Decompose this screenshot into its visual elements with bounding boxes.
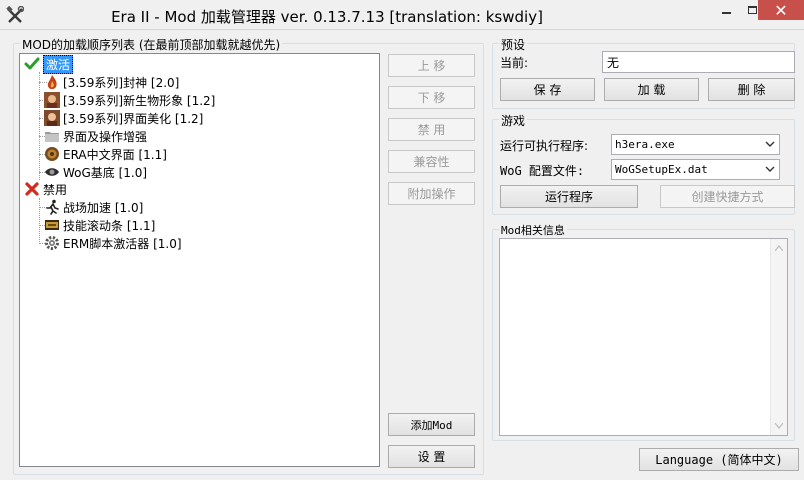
extra-ops-button[interactable]: 附加操作 [388, 182, 475, 205]
title-bar: Era II - Mod 加载管理器 ver. 0.13.7.13 [trans… [0, 0, 804, 30]
tree-item-label: ERA中文界面 [1.1] [63, 147, 167, 162]
crossed-tools-icon[interactable] [6, 6, 24, 24]
move-up-button[interactable]: 上 移 [388, 54, 475, 77]
shield-emblem-icon [45, 147, 59, 161]
green-check-icon [24, 57, 40, 70]
tree-item-label: [3.59系列]封神 [2.0] [63, 75, 180, 90]
tree-item[interactable]: 战场加速 [1.0] [44, 198, 143, 216]
exe-label: 运行可执行程序: [500, 139, 589, 153]
folder-icon [45, 132, 59, 142]
portrait-icon [44, 92, 60, 108]
chevron-down-icon [765, 141, 775, 147]
run-program-button[interactable]: 运行程序 [500, 185, 638, 208]
tree-item-label: [3.59系列]新生物形象 [1.2] [63, 93, 216, 108]
scroll-down-icon[interactable] [775, 423, 783, 429]
preset-load-button[interactable]: 加 载 [604, 78, 699, 101]
config-select-value: WoGSetupEx.dat [615, 163, 708, 176]
tree-connector [39, 198, 40, 244]
tree-item-label: WoG基底 [1.0] [63, 165, 148, 180]
tree-connector [39, 72, 40, 180]
tree-item-label: [3.59系列]界面美化 [1.2] [63, 111, 204, 126]
red-x-icon [25, 182, 39, 196]
exe-select[interactable]: h3era.exe [611, 134, 780, 155]
tree-item[interactable]: ERM脚本激活器 [1.0] [44, 234, 182, 252]
minimize-icon [721, 12, 731, 14]
running-man-icon [46, 199, 59, 215]
tree-item[interactable]: 界面及操作增强 [44, 127, 147, 145]
mod-tree[interactable]: 激活 [3.59系列]封神 [2.0] [3.59系列]新生物形象 [1.2] … [19, 53, 380, 467]
tree-category-active[interactable]: 激活 [24, 54, 74, 74]
language-button[interactable]: Language (简体中文) [639, 448, 799, 471]
compat-button[interactable]: 兼容性 [388, 150, 475, 173]
tree-item[interactable]: 技能滚动条 [1.1] [44, 216, 155, 234]
tree-item[interactable]: WoG基底 [1.0] [44, 163, 147, 181]
chevron-down-icon [765, 166, 775, 172]
info-group-label: Mod相关信息 [499, 222, 567, 238]
gear-icon [45, 236, 59, 250]
modlist-group-label: MOD的加载顺序列表 (在最前顶部加载就越优先) [20, 36, 283, 53]
tree-category-label: 禁用 [43, 182, 68, 197]
mod-info-textarea[interactable] [499, 238, 788, 436]
exe-select-value: h3era.exe [615, 138, 675, 151]
fire-creature-icon [47, 75, 57, 90]
eye-icon [45, 168, 59, 176]
tree-category-disabled[interactable]: 禁用 [24, 180, 67, 198]
tree-item[interactable]: ERA中文界面 [1.1] [44, 145, 167, 163]
preset-current-field[interactable]: 无 [602, 51, 795, 73]
disable-button[interactable]: 禁 用 [388, 118, 475, 141]
preset-save-button[interactable]: 保 存 [500, 78, 595, 101]
close-button[interactable]: ✕ [758, 0, 804, 20]
scroll-up-icon[interactable] [775, 245, 783, 251]
tree-item[interactable]: [3.59系列]界面美化 [1.2] [44, 109, 203, 127]
settings-button[interactable]: 设 置 [388, 445, 475, 468]
config-label: WoG 配置文件: [500, 164, 585, 178]
minimize-button[interactable] [713, 0, 739, 20]
preset-current-label: 当前: [500, 56, 529, 70]
scroll-icon [45, 220, 59, 230]
preset-group-label: 预设 [499, 36, 528, 53]
game-group-label: 游戏 [499, 112, 528, 129]
tree-item[interactable]: [3.59系列]封神 [2.0] [44, 73, 179, 91]
maximize-icon [747, 6, 757, 14]
tree-item[interactable]: [3.59系列]新生物形象 [1.2] [44, 91, 215, 109]
config-select[interactable]: WoGSetupEx.dat [611, 159, 780, 180]
preset-delete-button[interactable]: 删 除 [708, 78, 795, 101]
tree-item-label: 技能滚动条 [1.1] [63, 218, 156, 233]
add-mod-button[interactable]: 添加Mod [388, 413, 475, 436]
window-title: Era II - Mod 加载管理器 ver. 0.13.7.13 [trans… [111, 8, 543, 26]
move-down-button[interactable]: 下 移 [388, 86, 475, 109]
create-shortcut-button[interactable]: 创建快捷方式 [660, 185, 795, 208]
tree-item-label: ERM脚本激活器 [1.0] [63, 236, 182, 251]
tree-item-label: 战场加速 [1.0] [63, 200, 144, 215]
portrait-icon [44, 110, 60, 126]
tree-category-label: 激活 [43, 54, 74, 74]
info-scrollbar[interactable] [770, 239, 787, 435]
tree-item-label: 界面及操作增强 [63, 129, 148, 144]
